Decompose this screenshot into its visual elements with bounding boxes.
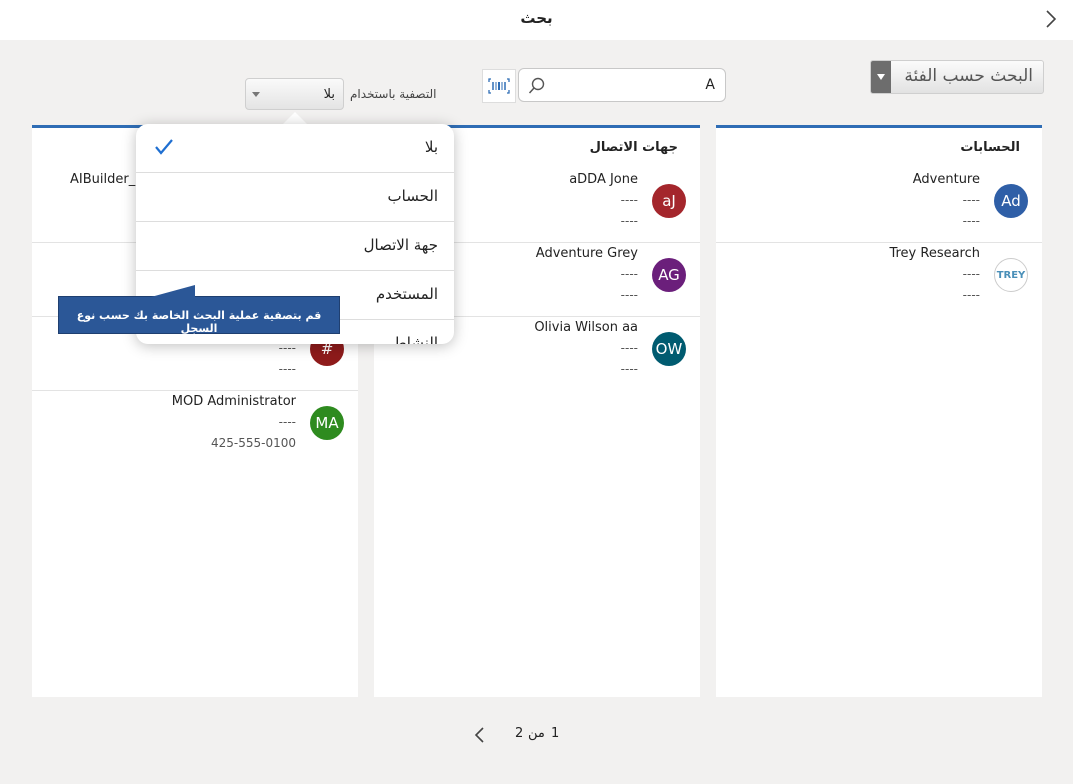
record-name: MOD Administrator (171, 394, 296, 409)
avatar: MA (310, 406, 344, 440)
search-input[interactable]: A (518, 68, 726, 102)
record-detail: ---- (962, 267, 980, 281)
page-title: بحث (520, 9, 553, 27)
dropdown-option-label: المستخدم (375, 285, 438, 303)
record-name: Adventure (912, 172, 980, 187)
accounts-panel: الحسابات Ad Adventure ---- ---- TREY Tre… (716, 125, 1042, 697)
record-detail: ---- (620, 362, 638, 376)
page-of-label: من (528, 726, 545, 741)
avatar: aJ (652, 184, 686, 218)
record-detail: ---- (278, 362, 296, 376)
dropdown-option-label: النشاط (392, 334, 438, 344)
avatar: OW (652, 332, 686, 366)
avatar: Ad (994, 184, 1028, 218)
record-name: aDDA Jone (569, 172, 638, 187)
page-total: 2 (515, 726, 524, 741)
record-detail: ---- (620, 214, 638, 228)
record-phone: 425-555-0100 (210, 436, 296, 450)
filter-selected-value: بلا (323, 87, 335, 102)
dropdown-option-label: الحساب (387, 187, 439, 205)
record-detail: ---- (620, 193, 638, 207)
chevron-down-icon (871, 61, 891, 93)
record-name: Olivia Wilson aa (534, 320, 638, 335)
record-name: Trey Research (889, 246, 980, 261)
avatar: TREY (994, 258, 1028, 292)
record-detail: ---- (962, 288, 980, 302)
tooltip-text: قم بتصفية عملية البحث الخاصة بك حسب نوع … (76, 309, 322, 335)
barcode-scan-icon (488, 78, 510, 94)
record-name: AIBuilder_S (70, 172, 144, 187)
search-input-value: A (705, 77, 715, 93)
filter-select[interactable]: بلا (245, 78, 344, 110)
list-item[interactable]: Ad Adventure ---- ---- (716, 168, 1042, 243)
record-detail: ---- (620, 267, 638, 281)
search-by-category-label: البحث حسب الفئة (904, 66, 1033, 86)
dropdown-caret (283, 112, 307, 124)
record-detail: ---- (962, 193, 980, 207)
chevron-down-icon (252, 92, 260, 97)
filter-tooltip: قم بتصفية عملية البحث الخاصة بك حسب نوع … (58, 285, 340, 335)
record-name: Adventure Grey (535, 246, 638, 261)
dropdown-option-label: بلا (424, 138, 438, 156)
record-detail: ---- (278, 415, 296, 429)
barcode-scan-button[interactable] (482, 69, 516, 103)
record-detail: ---- (962, 214, 980, 228)
dropdown-option-label: جهة الاتصال (363, 236, 438, 254)
panel-title-contacts: جهات الاتصال (589, 140, 678, 155)
page-current: 1 (551, 726, 560, 741)
top-bar: بحث (0, 0, 1073, 40)
record-detail: ---- (620, 341, 638, 355)
filter-label: التصفية باستخدام (350, 87, 437, 101)
dropdown-option-account[interactable]: الحساب (136, 173, 454, 222)
list-item[interactable]: TREY Trey Research ---- ---- (716, 242, 1042, 316)
tooltip-tail (151, 285, 195, 297)
dropdown-option-contact[interactable]: جهة الاتصال (136, 222, 454, 271)
panel-title-accounts: الحسابات (960, 140, 1020, 155)
chevron-left-icon[interactable] (472, 725, 488, 745)
dropdown-option-none[interactable]: بلا (136, 124, 454, 173)
checkmark-icon (155, 139, 173, 155)
list-item[interactable]: MA MOD Administrator ---- 425-555-0100 (32, 390, 358, 464)
search-icon (528, 77, 545, 94)
search-by-category-button[interactable]: البحث حسب الفئة (870, 60, 1044, 94)
chevron-right-icon[interactable] (1041, 8, 1061, 30)
record-detail: ---- (620, 288, 638, 302)
avatar: AG (652, 258, 686, 292)
